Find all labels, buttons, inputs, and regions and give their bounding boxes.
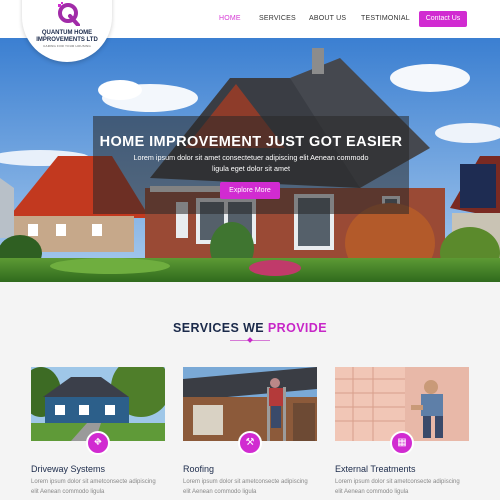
services-heading-main: SERVICES WE xyxy=(173,321,268,335)
nav-about-us[interactable]: ABOUT US xyxy=(309,15,346,22)
service-card-title: Driveway Systems xyxy=(31,464,106,474)
page: HOME SERVICES ABOUT US TESTIMONIAL Conta… xyxy=(0,0,500,500)
contact-us-button[interactable]: Contact Us xyxy=(419,11,467,27)
service-card-text: Lorem ipsum dolor sit ametconsecte adipi… xyxy=(335,479,460,495)
logo-name: QUANTUM HOME IMPROVEMENTS LTD xyxy=(22,30,112,43)
heading-divider-diamond xyxy=(247,337,253,343)
logo-name-line2: IMPROVEMENTS LTD xyxy=(36,36,98,43)
service-card-text: Lorem ipsum dolor sit ametconsecte adipi… xyxy=(31,479,156,495)
external-treatments-photo xyxy=(335,367,469,441)
logo-tagline: CARING FOR YOUR HOUSING xyxy=(43,44,91,48)
treatment-icon: ▦ xyxy=(390,431,414,455)
explore-more-button[interactable]: Explore More xyxy=(220,182,280,199)
hero-subtitle: Lorem ipsum dolor sit amet consectetuer … xyxy=(133,153,369,173)
quantum-logo-icon xyxy=(58,2,80,26)
driveway-image xyxy=(31,367,165,441)
nav-services[interactable]: SERVICES xyxy=(259,15,296,22)
service-card-title: Roofing xyxy=(183,464,215,474)
services-heading: SERVICES WE PROVIDE xyxy=(0,321,500,335)
nav-testimonial[interactable]: TESTIMONIAL xyxy=(361,15,410,22)
service-card-title: External Treatments xyxy=(335,464,416,474)
hero-title: HOME IMPROVEMENT JUST GOT EASIER xyxy=(99,134,403,150)
external-treatments-image xyxy=(335,367,469,441)
hammer-icon: ⚒ xyxy=(238,431,262,455)
service-card-text: Lorem ipsum dolor sit ametconsecte adipi… xyxy=(183,479,308,495)
nav-home[interactable]: HOME xyxy=(219,15,241,22)
driveway-photo xyxy=(31,367,165,441)
services-heading-accent: PROVIDE xyxy=(267,321,327,335)
roofing-image xyxy=(183,367,317,441)
driveway-icon: ⛖ xyxy=(86,431,110,455)
services-section: SERVICES WE PROVIDE ⛖ Driveway Systems L… xyxy=(0,282,500,500)
roofing-photo xyxy=(183,367,317,441)
